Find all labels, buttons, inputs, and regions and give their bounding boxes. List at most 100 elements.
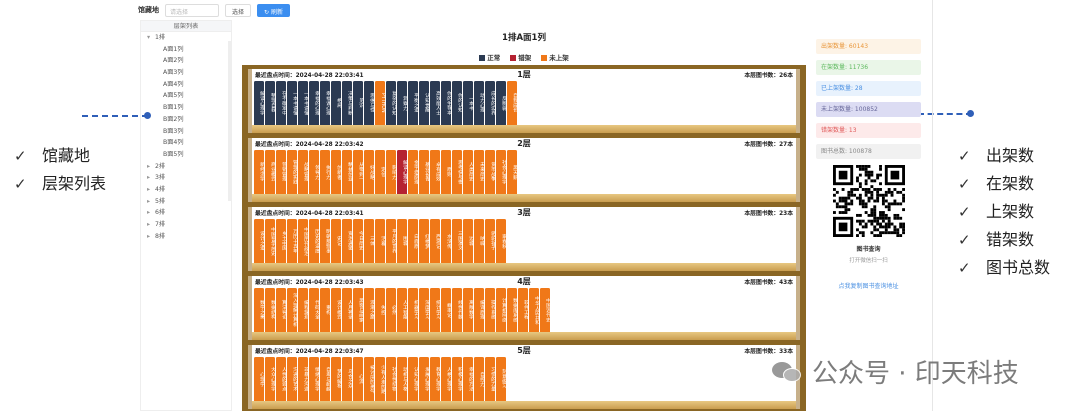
tree-item[interactable]: B面3列 bbox=[141, 126, 231, 138]
book[interactable]: 从零到一 bbox=[353, 150, 363, 194]
book[interactable]: 红楼梦 bbox=[419, 219, 429, 263]
book[interactable]: 中国历代政治 bbox=[298, 219, 308, 263]
book[interactable]: 中国哲学简史 bbox=[265, 219, 275, 263]
book[interactable]: 成长的边界 bbox=[485, 81, 495, 125]
book[interactable]: 重构 bbox=[320, 288, 330, 332]
book[interactable]: 解读心理学 bbox=[397, 150, 407, 194]
book[interactable]: 软件工程 bbox=[518, 288, 528, 332]
book[interactable]: 认知觉醒 bbox=[419, 81, 429, 125]
book[interactable]: 人格心理学 bbox=[441, 357, 451, 401]
book[interactable]: 自卑与超越 bbox=[320, 357, 330, 401]
book[interactable]: 边城 bbox=[463, 219, 473, 263]
book[interactable]: 社会性动物 bbox=[386, 357, 396, 401]
book[interactable]: 黑客与画家 bbox=[353, 288, 363, 332]
book[interactable]: 见识 bbox=[353, 81, 363, 125]
book[interactable]: 人月神话 bbox=[342, 288, 352, 332]
book[interactable]: 一本书读懂 bbox=[287, 81, 297, 125]
book[interactable]: 明朝那些事 bbox=[320, 219, 330, 263]
book[interactable]: 好战略 bbox=[364, 150, 374, 194]
book[interactable]: 浪潮之巅 bbox=[364, 288, 374, 332]
book[interactable]: 今日简史 bbox=[353, 219, 363, 263]
book[interactable]: 西游记 bbox=[430, 219, 440, 263]
book[interactable]: 设计模式 bbox=[331, 288, 341, 332]
book[interactable]: 习惯的力量 bbox=[485, 357, 495, 401]
book[interactable]: 深入理解计算机 bbox=[287, 288, 297, 332]
book[interactable]: 一本书 bbox=[463, 81, 473, 125]
book[interactable]: 幸福的心理 bbox=[309, 81, 319, 125]
book[interactable]: 战略管理 bbox=[298, 150, 308, 194]
book[interactable]: 你的认知 bbox=[452, 81, 462, 125]
book[interactable]: 中华人民共和 bbox=[529, 288, 539, 332]
book[interactable]: 精益创业 bbox=[342, 150, 352, 194]
tree-item[interactable]: ▾ 1排 bbox=[141, 32, 231, 44]
book[interactable]: 金字塔原理 bbox=[408, 150, 418, 194]
tree-item[interactable]: ▸ 8排 bbox=[141, 231, 231, 243]
book[interactable]: 深度学习 bbox=[419, 288, 429, 332]
book[interactable]: 被讨厌的勇气 bbox=[364, 357, 374, 401]
book[interactable]: 人工智能 bbox=[397, 288, 407, 332]
book[interactable]: 历史的温度 bbox=[309, 219, 319, 263]
book[interactable]: 黑天鹅 bbox=[507, 150, 517, 194]
book[interactable]: 反脆弱 bbox=[496, 81, 506, 125]
book[interactable]: 设计之道 bbox=[254, 219, 264, 263]
book[interactable]: 卓有成效 bbox=[430, 150, 440, 194]
book[interactable]: 洞察力 bbox=[397, 81, 407, 125]
book[interactable]: 线性代数 bbox=[452, 288, 462, 332]
tree-item[interactable]: ▸ 5排 bbox=[141, 196, 231, 208]
book[interactable]: 少有人走的路 bbox=[375, 357, 385, 401]
book[interactable]: 整理自我 bbox=[265, 81, 275, 125]
book[interactable]: 管理的实践 bbox=[287, 150, 297, 194]
book[interactable]: 创新者 bbox=[331, 150, 341, 194]
location-input[interactable]: 请选择 bbox=[165, 3, 219, 17]
tree-item[interactable]: ▸ 6排 bbox=[141, 207, 231, 219]
tree-item[interactable]: A面3列 bbox=[141, 67, 231, 79]
book[interactable]: 未来简史 bbox=[474, 150, 484, 194]
refresh-button[interactable]: ↻ 刷新 bbox=[257, 3, 290, 17]
book[interactable]: 梦的解析 bbox=[331, 357, 341, 401]
book[interactable]: 刻意练习 bbox=[496, 357, 506, 401]
book[interactable]: 离散数学 bbox=[463, 288, 473, 332]
book[interactable]: 教育心理学 bbox=[430, 357, 440, 401]
book[interactable]: 影响力 bbox=[386, 150, 396, 194]
book[interactable]: 数学之美 bbox=[254, 288, 264, 332]
book[interactable]: 代码大全 bbox=[309, 288, 319, 332]
book[interactable]: 乡土中国 bbox=[276, 219, 286, 263]
book[interactable]: 幸福课心理 bbox=[320, 81, 330, 125]
book[interactable]: 人性的弱点 bbox=[276, 357, 286, 401]
tree-item[interactable]: ▸ 7排 bbox=[141, 219, 231, 231]
book[interactable]: 统计学习 bbox=[430, 288, 440, 332]
book[interactable]: 动力心理 bbox=[474, 81, 484, 125]
book[interactable]: 史记 bbox=[331, 219, 341, 263]
book[interactable]: 失控 bbox=[375, 288, 385, 332]
book[interactable]: 社会心理学 bbox=[496, 150, 506, 194]
book[interactable]: 活着 bbox=[375, 219, 385, 263]
book[interactable]: 决策与判断 bbox=[342, 81, 352, 125]
book[interactable]: 呐喊 bbox=[474, 219, 484, 263]
book[interactable]: 大众心理学 bbox=[265, 357, 275, 401]
book[interactable]: 定位 bbox=[375, 150, 385, 194]
tree-item[interactable]: A面5列 bbox=[141, 90, 231, 102]
book[interactable]: 平衡之道 bbox=[408, 81, 418, 125]
book[interactable]: 围城 bbox=[397, 219, 407, 263]
book[interactable]: 商业模式 bbox=[265, 150, 275, 194]
book[interactable]: 算法导论 bbox=[276, 288, 286, 332]
book[interactable]: 货币战争 bbox=[485, 150, 495, 194]
book[interactable]: 解读心理学 bbox=[254, 81, 264, 125]
book[interactable]: 新经济学 bbox=[254, 150, 264, 194]
book[interactable]: 基业长青 bbox=[419, 150, 429, 194]
book[interactable]: 执行力 bbox=[320, 150, 330, 194]
tree-item[interactable]: B面2列 bbox=[141, 114, 231, 126]
book[interactable]: 领导力 bbox=[309, 150, 319, 194]
book[interactable]: 乌合之众 bbox=[342, 357, 352, 401]
book[interactable]: 三体 bbox=[364, 219, 374, 263]
book[interactable]: 概率论 bbox=[441, 288, 451, 332]
tree-item[interactable]: ▸ 3排 bbox=[141, 172, 231, 184]
book[interactable]: 一本书读懂 bbox=[298, 81, 308, 125]
book[interactable]: 机器学习 bbox=[408, 288, 418, 332]
book[interactable]: 骆驼祥子 bbox=[485, 219, 495, 263]
book[interactable]: 人类简史 bbox=[463, 150, 473, 194]
book[interactable]: 思维与性 bbox=[364, 81, 374, 125]
book[interactable]: 平凡的世界 bbox=[386, 219, 396, 263]
book[interactable]: 编译原理 bbox=[474, 288, 484, 332]
book[interactable]: 水浒传 bbox=[441, 219, 451, 263]
